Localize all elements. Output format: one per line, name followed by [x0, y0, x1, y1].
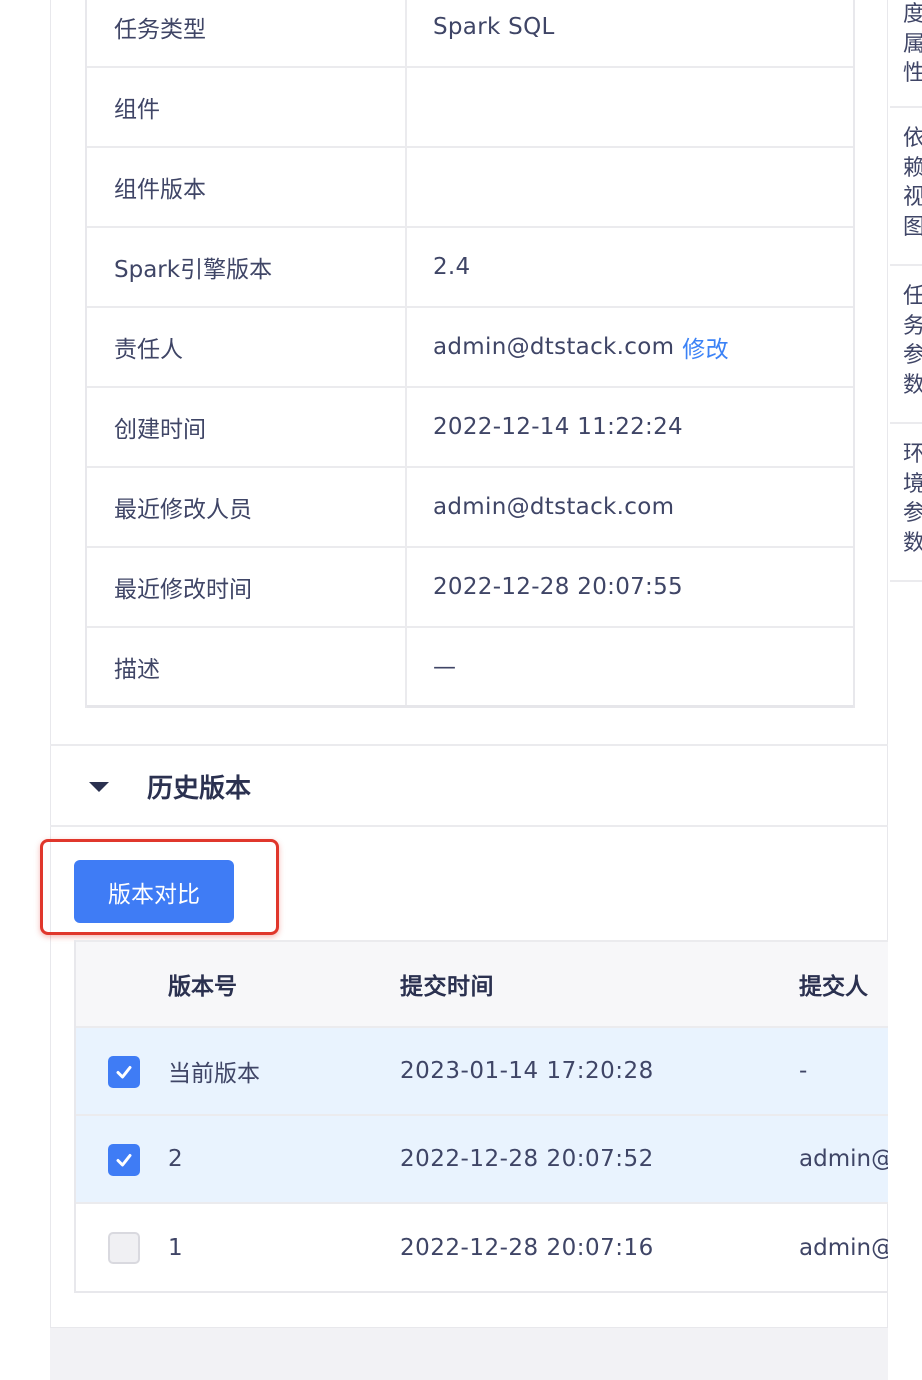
checkmark-icon [116, 1066, 132, 1079]
left-gutter [0, 0, 50, 1380]
tab-char: 环 [890, 440, 922, 470]
right-sidebar: 度 属 性 依 赖 视 图 任 务 参 数 环 境 参 数 [890, 0, 922, 1380]
tab-char: 数 [890, 529, 922, 559]
edit-owner-link[interactable]: 修改 [682, 330, 729, 364]
tab-char: 度 [890, 0, 922, 30]
panel-footer [50, 1327, 888, 1380]
tab-char: 性 [890, 59, 922, 89]
owner-email: admin@dtstack.com [433, 334, 675, 360]
version-cell: 2 [168, 1146, 183, 1172]
tab-char: 务 [890, 312, 922, 342]
info-row-last-modifier: 最近修改人员 admin@dtstack.com [87, 468, 853, 548]
tab-char: 属 [890, 30, 922, 60]
sidebar-tab-env-params[interactable]: 环 境 参 数 [890, 424, 922, 582]
user-cell: admin@ [799, 1235, 888, 1261]
info-value: — [433, 653, 457, 680]
info-row-spark-version: Spark引擎版本 2.4 [87, 228, 853, 308]
time-cell: 2022-12-28 20:07:52 [400, 1146, 654, 1172]
version-cell: 1 [168, 1235, 183, 1261]
info-row-component: 组件 [87, 68, 853, 148]
info-row-task-type: 任务类型 Spark SQL [87, 0, 853, 68]
time-cell: 2022-12-28 20:07:16 [400, 1235, 654, 1261]
info-value: Spark SQL [433, 14, 555, 40]
info-value [407, 68, 853, 146]
history-section-header[interactable]: 历史版本 [50, 744, 888, 827]
user-cell: - [799, 1058, 808, 1084]
info-label: 组件 [87, 68, 407, 146]
info-row-created-time: 创建时间 2022-12-14 11:22:24 [87, 388, 853, 468]
tab-char: 参 [890, 341, 922, 371]
column-header-version[interactable]: 版本号 [168, 942, 237, 1026]
info-label: 任务类型 [87, 0, 407, 66]
table-row[interactable]: 当前版本 2023-01-14 17:20:28 - [76, 1028, 888, 1116]
info-value: 2022-12-28 20:07:55 [433, 574, 683, 600]
info-value: 2022-12-14 11:22:24 [433, 414, 683, 440]
table-row[interactable]: 1 2022-12-28 20:07:16 admin@ [76, 1204, 888, 1291]
info-value: admin@dtstack.com [433, 494, 675, 520]
info-label: 最近修改人员 [87, 468, 407, 546]
tab-char: 数 [890, 371, 922, 401]
row-checkbox[interactable] [108, 1232, 140, 1264]
tab-char: 参 [890, 499, 922, 529]
row-checkbox[interactable] [108, 1056, 140, 1088]
sidebar-tab-dependency-view[interactable]: 依 赖 视 图 [890, 108, 922, 266]
tab-char: 赖 [890, 154, 922, 184]
info-label: 创建时间 [87, 388, 407, 466]
sidebar-tab-task-params[interactable]: 任 务 参 数 [890, 266, 922, 424]
tab-char: 任 [890, 282, 922, 312]
column-header-time[interactable]: 提交时间 [400, 942, 494, 1026]
table-row[interactable]: 2 2022-12-28 20:07:52 admin@ [76, 1116, 888, 1204]
tab-char: 依 [890, 124, 922, 154]
checkmark-icon [116, 1154, 132, 1167]
version-history-table: 版本号 提交时间 提交人 当前版本 2023-01-14 17:20:28 - … [74, 940, 888, 1293]
tab-char: 图 [890, 213, 922, 243]
info-value [407, 148, 853, 226]
info-row-owner: 责任人 admin@dtstack.com 修改 [87, 308, 853, 388]
info-row-last-modified-time: 最近修改时间 2022-12-28 20:07:55 [87, 548, 853, 628]
info-row-description: 描述 — [87, 628, 853, 708]
row-checkbox[interactable] [108, 1144, 140, 1176]
info-label: 最近修改时间 [87, 548, 407, 626]
tab-char: 视 [890, 183, 922, 213]
user-cell: admin@ [799, 1146, 888, 1172]
time-cell: 2023-01-14 17:20:28 [400, 1058, 654, 1084]
caret-down-icon[interactable] [89, 782, 109, 792]
tab-char: 境 [890, 470, 922, 500]
version-compare-button[interactable]: 版本对比 [74, 860, 234, 923]
info-value: 2.4 [433, 254, 471, 280]
table-header: 版本号 提交时间 提交人 [76, 940, 888, 1028]
info-row-component-version: 组件版本 [87, 148, 853, 228]
history-title: 历史版本 [147, 774, 252, 804]
column-header-user[interactable]: 提交人 [799, 942, 868, 1026]
info-label: 责任人 [87, 308, 407, 386]
info-label: Spark引擎版本 [87, 228, 407, 306]
version-cell: 当前版本 [168, 1061, 260, 1087]
info-label: 组件版本 [87, 148, 407, 226]
sidebar-tab-schedule-properties[interactable]: 度 属 性 [890, 0, 922, 108]
info-value: admin@dtstack.com 修改 [407, 308, 853, 386]
info-label: 描述 [87, 628, 407, 705]
task-info-table: 任务类型 Spark SQL 组件 组件版本 Spark引擎版本 2.4 责任人… [85, 0, 855, 708]
